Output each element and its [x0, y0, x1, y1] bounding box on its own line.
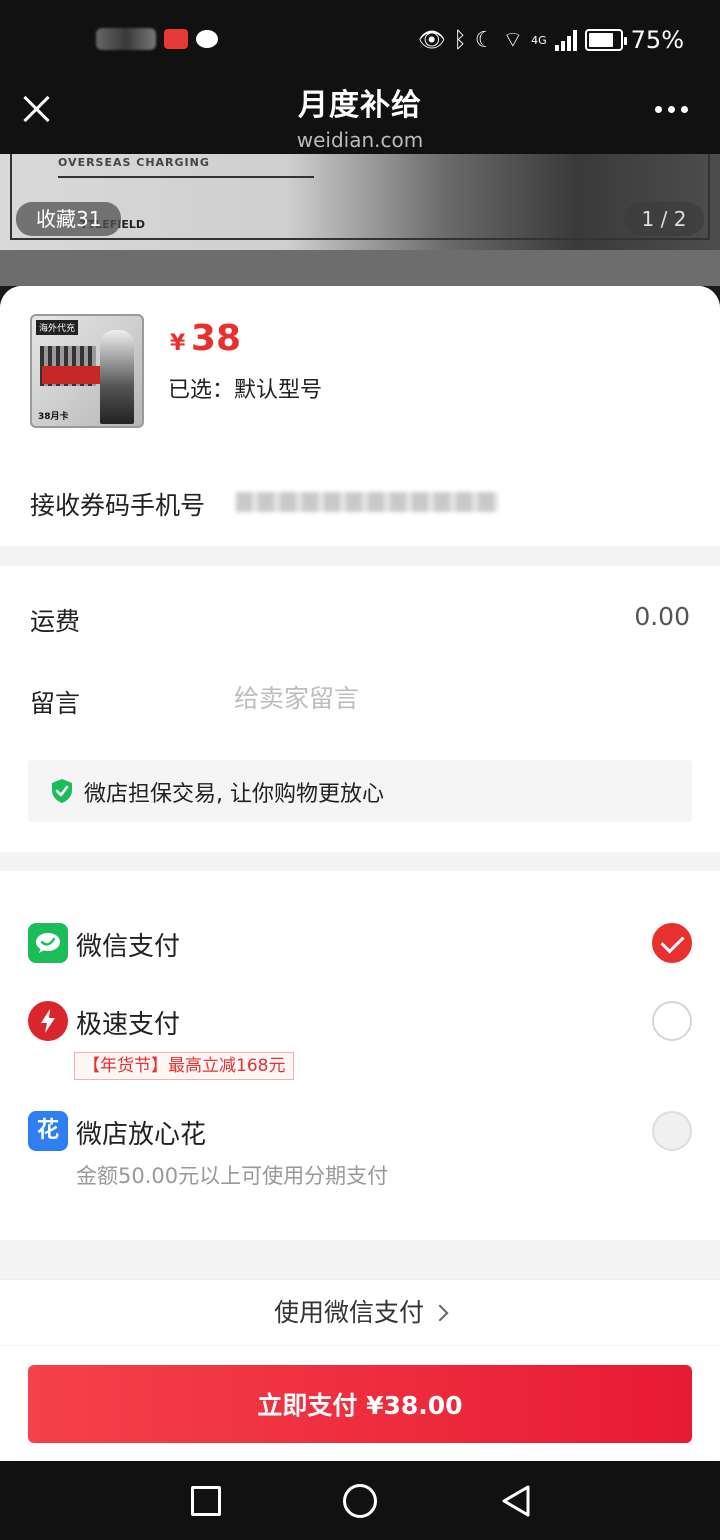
shield-check-icon — [52, 779, 72, 803]
message-input[interactable] — [234, 678, 674, 718]
system-icons: 👁 ᛒ ☾ ⌔ 4G 75% — [418, 26, 684, 54]
pay-bar: 立即支付 ¥38.00 — [0, 1346, 720, 1461]
signal-icon — [554, 29, 577, 51]
pay-method-huabei[interactable]: 花 微店放心花 — [28, 1111, 692, 1153]
checkout-sheet: 海外代充 38月卡 ¥ 38 已选：默认型号 接收券码手机号 运费 0.00 留… — [0, 286, 720, 1461]
pay-method-label: 微信支付 — [76, 932, 181, 962]
overlay-dim[interactable] — [0, 250, 720, 286]
title-block: 月度补给 weidian.com — [0, 80, 720, 152]
price-value: 38 — [190, 318, 241, 359]
thumb-logo: 海外代充 — [36, 320, 79, 335]
installment-note: 金额50.00元以上可使用分期支付 — [76, 1164, 389, 1188]
pay-method-label: 极速支付 — [76, 1010, 181, 1040]
pay-method-fast[interactable]: 极速支付 — [28, 1001, 692, 1043]
network-type: 4G — [531, 33, 547, 47]
page-indicator: 1 / 2 — [624, 202, 704, 236]
pay-now-button[interactable]: 立即支付 ¥38.00 — [28, 1365, 692, 1443]
radio-fast[interactable] — [652, 1001, 692, 1041]
home-icon[interactable] — [343, 1484, 377, 1518]
selected-variant[interactable]: 已选：默认型号 — [168, 372, 322, 404]
battery-icon — [584, 29, 627, 51]
more-options-icon[interactable] — [655, 106, 688, 113]
radio-huabei-disabled[interactable] — [652, 1111, 692, 1151]
thumb-red-stripe — [42, 366, 102, 384]
chevron-right-icon — [431, 1304, 449, 1322]
phone-label: 接收券码手机号 — [30, 491, 206, 520]
promo-tag: 【年货节】最高立减168元 — [74, 1052, 295, 1080]
pay-method-label: 微店放心花 — [76, 1120, 207, 1150]
wechat-pay-icon — [28, 923, 68, 963]
message-icon — [196, 30, 218, 48]
guarantee-banner: 微店担保交易, 让你购物更放心 — [28, 760, 692, 822]
battery-percent: 75% — [630, 26, 684, 54]
favorites-badge: 收藏31 — [16, 202, 122, 236]
banner-text-top: OVERSEAS CHARGING — [58, 156, 210, 169]
product-banner: OVERSEAS CHARGING TTLEFIELD 收藏31 1 / 2 — [0, 154, 720, 250]
blurred-app-icon — [96, 28, 156, 50]
lightning-icon — [28, 1001, 68, 1041]
order-details: 运费 0.00 留言 微店担保交易, 让你购物更放心 — [0, 566, 720, 852]
thumb-character — [100, 330, 134, 424]
guarantee-text: 微店担保交易, 让你购物更放心 — [84, 782, 384, 807]
pay-method-wechat[interactable]: 微信支付 — [28, 923, 692, 965]
switch-pay-method[interactable]: 使用微信支付 — [0, 1279, 720, 1345]
product-thumbnail: 海外代充 38月卡 — [30, 314, 144, 428]
radio-wechat-selected[interactable] — [652, 923, 692, 963]
bluetooth-icon: ᛒ — [453, 27, 467, 53]
wifi-icon: ⌔ — [502, 28, 524, 53]
phone-value-masked[interactable] — [236, 492, 498, 512]
huawei-app-icon — [164, 29, 188, 49]
product-summary: 海外代充 38月卡 ¥ 38 已选：默认型号 — [0, 286, 720, 456]
banner-line — [58, 176, 314, 178]
switch-pay-label: 使用微信支付 — [273, 1298, 424, 1327]
eye-icon: 👁 — [417, 27, 446, 53]
title-bar: 月度补给 weidian.com — [0, 84, 720, 154]
shipping-row: 运费 0.00 — [30, 602, 690, 638]
thumb-label: 38月卡 — [38, 412, 69, 422]
phone-field-row[interactable]: 接收券码手机号 — [0, 456, 720, 546]
system-nav-bar — [0, 1461, 720, 1540]
moon-icon: ☾ — [474, 27, 495, 53]
notification-icons — [96, 28, 218, 50]
page-title: 月度补给 — [298, 88, 422, 123]
product-price: ¥ 38 — [170, 318, 241, 359]
message-label: 留言 — [30, 689, 81, 718]
shipping-label: 运费 — [30, 607, 81, 636]
huabei-icon: 花 — [28, 1111, 68, 1151]
status-bar: 👁 ᛒ ☾ ⌔ 4G 75% — [0, 0, 720, 84]
back-icon[interactable] — [498, 1483, 534, 1519]
price-currency: ¥ — [170, 331, 186, 356]
page-domain: weidian.com — [296, 128, 424, 152]
recents-icon[interactable] — [191, 1486, 221, 1516]
shipping-value: 0.00 — [634, 602, 690, 631]
